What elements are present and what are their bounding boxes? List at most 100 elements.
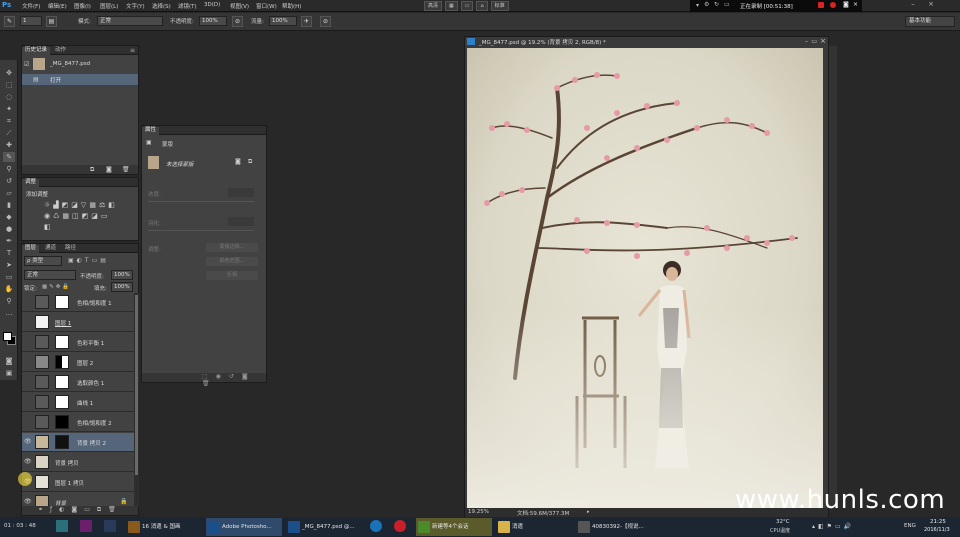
menu-select[interactable]: 选择(S) [152, 2, 178, 10]
browser-icon[interactable] [370, 520, 382, 532]
layer-row[interactable]: 选取颜色 1 [22, 373, 134, 392]
visibility-off-icon[interactable] [24, 418, 33, 426]
filter-icons[interactable]: ▣◐T▭▤ [68, 257, 109, 264]
feather-field[interactable] [228, 217, 254, 226]
history-brush-icon[interactable]: ↺ [3, 176, 15, 186]
brightness-icon[interactable]: ☼ [44, 201, 50, 209]
hand-tool-icon[interactable]: ✋ [3, 284, 15, 294]
window-icon[interactable]: ▭ [460, 1, 474, 11]
layers-footer-icons[interactable]: ⚭ƒ◐◙▭⧉🗑 [22, 506, 138, 515]
stamp-tool-icon[interactable]: ⚲ [3, 164, 15, 174]
minimize-rec-icon[interactable]: ▭ [724, 1, 730, 8]
app-icon-1[interactable] [56, 520, 68, 532]
menu-file[interactable]: 文件(F) [22, 2, 48, 10]
dodge-tool-icon[interactable]: ● [3, 224, 15, 234]
layer-row[interactable]: 色相/饱和度 1 [22, 293, 134, 312]
pixel-mask-icon[interactable]: ◙ [235, 158, 241, 165]
hd-button[interactable]: 高清 [424, 1, 443, 11]
pressure-size-icon[interactable]: ⊘ [320, 16, 331, 27]
vibrance-icon[interactable]: ▽ [81, 201, 86, 209]
task-psd-file[interactable]: _MG_8477.psd @... [286, 518, 362, 536]
tab-channels[interactable]: 通道 [42, 245, 59, 253]
trash-icon[interactable]: 🗑 [122, 166, 130, 173]
workspace-select[interactable]: 基本功能 [905, 16, 955, 27]
fill-field[interactable]: 100% [111, 282, 133, 292]
gradient-map-icon[interactable]: ▭ [101, 212, 108, 220]
zoom-level[interactable]: 19.25% [468, 509, 489, 515]
dropdown-icon[interactable]: ▾ [696, 2, 699, 9]
marquee-tool-icon[interactable]: ⬚ [3, 80, 15, 90]
stop-record-icon[interactable] [818, 2, 824, 8]
menu-help[interactable]: 帮助(H) [282, 2, 308, 10]
canvas-scrollbar[interactable] [829, 46, 837, 508]
lightroom-icon[interactable] [104, 520, 116, 532]
shape-tool-icon[interactable]: ▭ [3, 272, 15, 282]
selective-color-icon[interactable]: ◧ [44, 223, 51, 231]
visibility-off-icon[interactable] [24, 378, 33, 386]
visibility-off-icon[interactable] [24, 398, 33, 406]
lasso-tool-icon[interactable]: ◌ [3, 92, 15, 102]
visibility-off-icon[interactable] [24, 358, 33, 366]
task-chat[interactable]: 新建等4个会话 [416, 518, 492, 536]
invert-icon[interactable]: ◫ [72, 212, 79, 220]
refresh-icon[interactable]: ↻ [714, 1, 719, 8]
menu-3d[interactable]: 3D(D) [204, 2, 230, 10]
settings-icon[interactable]: ⚙ [704, 1, 709, 8]
visibility-icon[interactable]: 👁 [24, 498, 33, 506]
input-language[interactable]: ENG [904, 523, 916, 529]
brush-tool-icon[interactable]: ✎ [4, 16, 15, 27]
levels-icon[interactable]: ▟ [53, 201, 58, 209]
doc-minimize-icon[interactable]: – [805, 38, 808, 45]
menu-layer[interactable]: 图层(L) [100, 2, 126, 10]
status-arrow-icon[interactable]: ▸ [587, 509, 590, 515]
foreground-color-swatch[interactable] [3, 332, 12, 341]
brush-tool-icon[interactable]: ✎ [3, 152, 15, 162]
layer-row-selected[interactable]: 👁 背景 拷贝 2 [22, 433, 134, 452]
menu-filter[interactable]: 滤镜(T) [178, 2, 204, 10]
tab-actions[interactable]: 动作 [52, 47, 69, 55]
invert-button[interactable]: 反相 [206, 271, 258, 280]
layer-row[interactable]: 色相/饱和度 2 [22, 413, 134, 432]
mode-select[interactable]: 正常 [97, 16, 163, 26]
type-tool-icon[interactable]: T [3, 248, 15, 258]
doc-maximize-icon[interactable]: ▭ [811, 38, 817, 45]
close-rec-icon[interactable]: × [853, 1, 858, 8]
crop-tool-icon[interactable]: ⌗ [3, 116, 15, 126]
music-icon[interactable] [394, 520, 406, 532]
eraser-tool-icon[interactable]: ▱ [3, 188, 15, 198]
visibility-icon[interactable]: 👁 [24, 438, 33, 446]
color-range-button[interactable]: 颜色范围... [206, 257, 258, 266]
checkbox-icon[interactable]: ☑ [24, 61, 29, 68]
tray-icons[interactable]: ▴◧⚑▭🔊 [812, 523, 854, 530]
threshold-icon[interactable]: ◪ [91, 212, 98, 220]
layer-kind-filter[interactable]: ρ 类型 [24, 256, 62, 266]
visibility-off-icon[interactable] [24, 298, 33, 306]
visibility-off-icon[interactable] [24, 318, 33, 326]
density-slider[interactable] [148, 201, 254, 202]
blend-mode-select[interactable]: 正常 [24, 270, 76, 280]
pressure-opacity-icon[interactable]: ⊘ [232, 16, 243, 27]
airbrush-icon[interactable]: ✈ [301, 16, 312, 27]
tab-paths[interactable]: 路径 [62, 245, 79, 253]
record-icon[interactable] [830, 2, 836, 8]
path-select-tool-icon[interactable]: ➤ [3, 260, 15, 270]
zoom-tool-icon[interactable]: ⚲ [3, 296, 15, 306]
posterize-icon[interactable]: ◩ [82, 212, 89, 220]
lookup-icon[interactable]: ▦ [62, 212, 69, 220]
layer-row[interactable]: 👁 背景 拷贝 [22, 453, 134, 472]
new-doc-from-state-icon[interactable]: ⧉ [90, 166, 94, 174]
task-video[interactable]: 40830392-【视说... [576, 518, 656, 536]
healing-tool-icon[interactable]: ✚ [3, 140, 15, 150]
close-icon[interactable]: × [922, 0, 940, 10]
quick-select-tool-icon[interactable]: ✦ [3, 104, 15, 114]
panel-menu-icon[interactable]: ≡ [130, 47, 135, 54]
tab-history[interactable]: 历史记录 [22, 47, 51, 55]
layer-row[interactable]: 色彩平衡 1 [22, 333, 134, 352]
menu-edit[interactable]: 编辑(E) [48, 2, 74, 10]
gradient-tool-icon[interactable]: ▮ [3, 200, 15, 210]
layer-row[interactable]: 👁 图层 1 拷贝 [22, 473, 134, 492]
blur-tool-icon[interactable]: ◆ [3, 212, 15, 222]
curves-icon[interactable]: ◩ [62, 201, 69, 209]
standard-button[interactable]: 标准 [490, 1, 509, 11]
task-bridge[interactable]: 16 消遣 & 国画 [126, 518, 202, 536]
